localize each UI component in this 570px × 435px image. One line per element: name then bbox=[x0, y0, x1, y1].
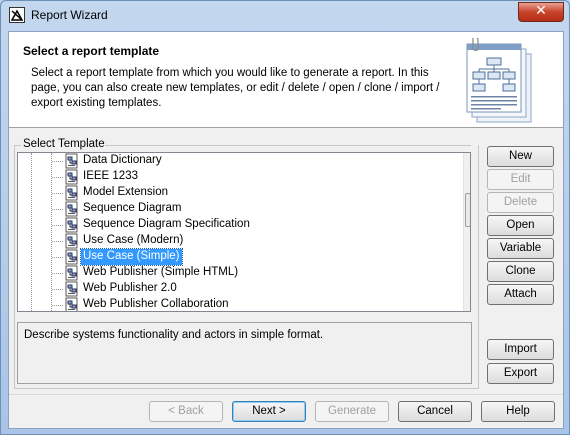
template-tree-item[interactable]: Model Extension bbox=[18, 185, 458, 201]
tree-connector bbox=[52, 241, 63, 242]
template-tree-item[interactable]: Web Publisher (Simple HTML) bbox=[18, 265, 458, 281]
report-template-icon bbox=[64, 233, 80, 249]
attach-button[interactable]: Attach bbox=[487, 284, 554, 305]
back-button[interactable]: < Back bbox=[149, 401, 223, 422]
template-tree-item-label: Sequence Diagram Specification bbox=[83, 218, 250, 230]
template-tree-item-label: Model Extension bbox=[83, 186, 169, 198]
template-tree-item[interactable]: Use Case (Simple) bbox=[18, 248, 458, 266]
template-tree-item-label: Use Case (Simple) bbox=[80, 248, 183, 266]
delete-button[interactable]: Delete bbox=[487, 192, 554, 213]
title-bar[interactable]: Report Wizard ✕ bbox=[1, 1, 569, 31]
template-tree-item-label: Web Publisher (Simple HTML) bbox=[83, 266, 239, 278]
clone-button[interactable]: Clone bbox=[487, 261, 554, 282]
template-tree[interactable]: Data Dictionary IEEE 1233 Model Extension S… bbox=[17, 152, 471, 312]
template-tree-item-label: Data Dictionary bbox=[83, 154, 162, 166]
tree-connector bbox=[52, 193, 63, 194]
template-tree-item-label: Use Case (Modern) bbox=[83, 234, 184, 246]
new-button[interactable]: New bbox=[487, 146, 554, 167]
template-tree-item[interactable]: Sequence Diagram bbox=[18, 201, 458, 217]
import-button[interactable]: Import bbox=[487, 339, 554, 360]
tree-connector bbox=[52, 305, 63, 306]
template-description-box: Describe systems functionality and actor… bbox=[17, 322, 472, 384]
tree-connector bbox=[52, 177, 63, 178]
close-button[interactable]: ✕ bbox=[518, 2, 564, 22]
wizard-header: Select a report template Select a report… bbox=[9, 32, 563, 128]
template-description-text: Describe systems functionality and actor… bbox=[24, 329, 324, 341]
scrollbar-grip bbox=[470, 206, 471, 207]
report-template-icon bbox=[64, 153, 80, 169]
edit-button[interactable]: Edit bbox=[487, 169, 554, 190]
tree-connector bbox=[52, 289, 63, 290]
template-tree-item[interactable]: IEEE 1233 bbox=[18, 169, 458, 185]
scroll-up-arrow-icon[interactable]: ▲ bbox=[464, 153, 470, 169]
footer-separator bbox=[9, 394, 563, 395]
report-template-icon bbox=[64, 297, 80, 311]
page-description: Select a report template from which you … bbox=[31, 67, 440, 109]
report-template-icon bbox=[64, 281, 80, 297]
tree-connector bbox=[52, 273, 63, 274]
scrollbar-thumb[interactable] bbox=[465, 193, 471, 227]
report-template-illustration-icon bbox=[463, 36, 535, 126]
scrollbar-grip bbox=[470, 209, 471, 210]
app-icon bbox=[9, 7, 25, 23]
report-template-icon bbox=[64, 265, 80, 281]
tree-connector bbox=[52, 209, 63, 210]
template-tree-item[interactable]: Web Publisher Collaboration bbox=[18, 297, 458, 311]
report-template-icon bbox=[64, 201, 80, 217]
template-tree-item-label: IEEE 1233 bbox=[83, 170, 138, 182]
page-title: Select a report template bbox=[23, 44, 160, 58]
help-button[interactable]: Help bbox=[481, 401, 555, 422]
template-tree-item-label: Web Publisher Collaboration bbox=[83, 298, 229, 310]
close-icon: ✕ bbox=[535, 3, 547, 19]
report-template-icon bbox=[64, 185, 80, 201]
tree-vertical-scrollbar[interactable]: ▲ ▼ bbox=[463, 153, 471, 311]
open-button[interactable]: Open bbox=[487, 215, 554, 236]
tree-connector bbox=[52, 257, 63, 258]
scroll-down-arrow-icon[interactable]: ▼ bbox=[464, 295, 470, 311]
cancel-button[interactable]: Cancel bbox=[398, 401, 472, 422]
report-template-icon bbox=[64, 249, 80, 265]
window-title: Report Wizard bbox=[31, 8, 108, 22]
template-tree-item[interactable]: Use Case (Modern) bbox=[18, 233, 458, 249]
dialog-body: Select a report template Select a report… bbox=[8, 31, 564, 429]
export-button[interactable]: Export bbox=[487, 363, 554, 384]
report-template-icon bbox=[64, 217, 80, 233]
variable-button[interactable]: Variable bbox=[487, 238, 554, 259]
next-button[interactable]: Next > bbox=[232, 401, 306, 422]
template-tree-item[interactable]: Sequence Diagram Specification bbox=[18, 217, 458, 233]
tree-connector bbox=[52, 161, 63, 162]
report-wizard-window: Report Wizard ✕ Select a report template… bbox=[0, 0, 570, 435]
generate-button[interactable]: Generate bbox=[315, 401, 389, 422]
template-tree-item[interactable]: Data Dictionary bbox=[18, 153, 458, 169]
template-tree-item-label: Sequence Diagram bbox=[83, 202, 182, 214]
scrollbar-grip bbox=[470, 212, 471, 213]
template-tree-item-label: Web Publisher 2.0 bbox=[83, 282, 177, 294]
template-tree-item[interactable]: Web Publisher 2.0 bbox=[18, 281, 458, 297]
report-template-icon bbox=[64, 169, 80, 185]
tree-connector bbox=[52, 225, 63, 226]
